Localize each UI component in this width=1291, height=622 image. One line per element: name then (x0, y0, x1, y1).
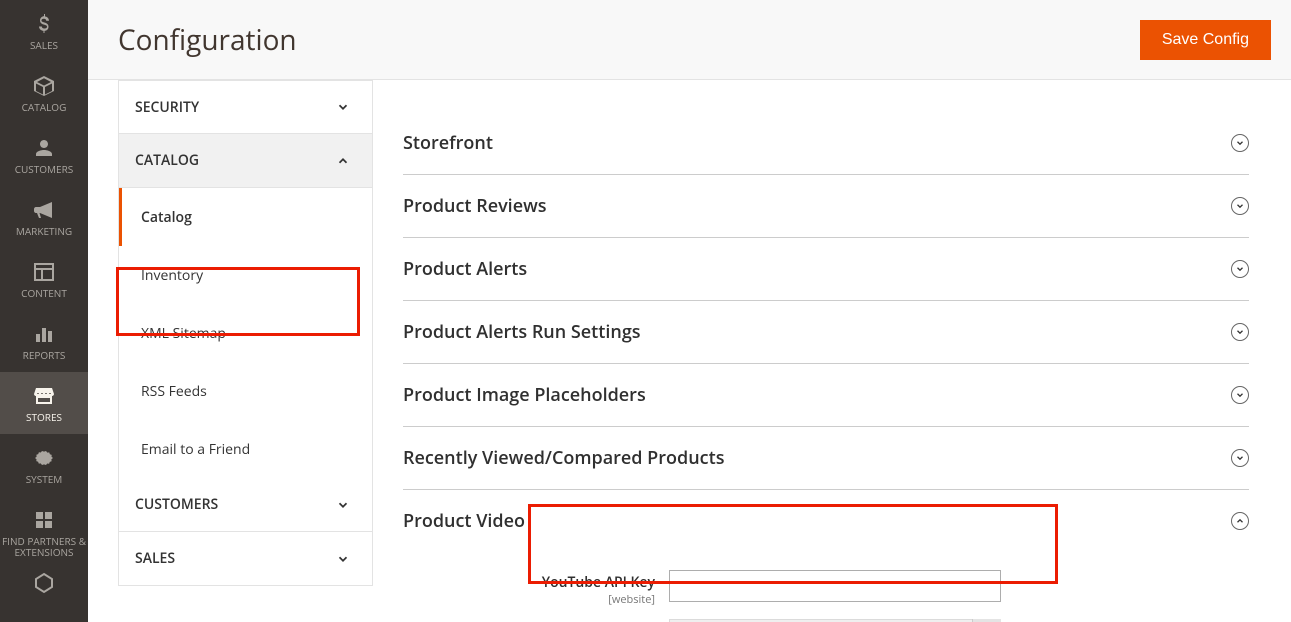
nav-catalog[interactable]: CATALOG (0, 62, 88, 124)
tab-label: SALES (135, 549, 175, 568)
youtube-key-input[interactable] (669, 570, 1001, 602)
person-icon (32, 136, 56, 160)
nav-stores[interactable]: STORES (0, 372, 88, 434)
product-video-body: YouTube API Key [website] Autostart base… (403, 552, 1249, 622)
acc-product-alerts-run[interactable]: Product Alerts Run Settings (403, 301, 1249, 363)
expand-icon (1231, 449, 1249, 467)
acc-title: Product Video (403, 509, 525, 533)
tab-label: CATALOG (135, 151, 199, 170)
acc-title: Recently Viewed/Compared Products (403, 446, 724, 470)
nav-extra[interactable] (0, 570, 88, 600)
tab-label: CUSTOMERS (135, 495, 218, 514)
acc-product-alerts[interactable]: Product Alerts (403, 238, 1249, 300)
tab-sales[interactable]: SALES (118, 532, 373, 586)
config-sidebar: SECURITY CATALOG Catalog Inventory XML S… (88, 80, 373, 622)
chevron-up-icon (336, 154, 350, 168)
chevron-down-icon (336, 552, 350, 566)
row-youtube-key: YouTube API Key [website] (403, 570, 1249, 607)
bars-icon (32, 322, 56, 346)
save-config-button[interactable]: Save Config (1140, 20, 1271, 60)
sub-label: RSS Feeds (141, 382, 207, 401)
chevron-down-icon (336, 100, 350, 114)
nav-system[interactable]: SYSTEM (0, 434, 88, 496)
nav-label: FIND PARTNERS & EXTENSIONS (0, 536, 88, 558)
config-main: Storefront Product Reviews Product Alert… (373, 80, 1291, 622)
sub-email-friend[interactable]: Email to a Friend (119, 420, 372, 478)
sub-xml-sitemap[interactable]: XML Sitemap (119, 304, 372, 362)
nav-content[interactable]: CONTENT (0, 248, 88, 310)
collapse-icon (1231, 512, 1249, 530)
megaphone-icon (32, 198, 56, 222)
acc-title: Product Image Placeholders (403, 383, 646, 407)
acc-title: Product Reviews (403, 194, 547, 218)
expand-icon (1231, 197, 1249, 215)
acc-product-video[interactable]: Product Video (403, 490, 1249, 552)
sub-label: Inventory (141, 266, 203, 285)
page-header: Configuration Save Config (88, 0, 1291, 80)
expand-icon (1231, 134, 1249, 152)
expand-icon (1231, 386, 1249, 404)
nav-label: CUSTOMERS (15, 164, 74, 175)
acc-product-image-ph[interactable]: Product Image Placeholders (403, 364, 1249, 426)
layout-icon (32, 260, 56, 284)
nav-reports[interactable]: REPORTS (0, 310, 88, 372)
hex-icon (32, 571, 56, 595)
nav-label: CATALOG (22, 102, 67, 113)
sub-rss-feeds[interactable]: RSS Feeds (119, 362, 372, 420)
chevron-down-icon (336, 498, 350, 512)
acc-product-reviews[interactable]: Product Reviews (403, 175, 1249, 237)
acc-title: Storefront (403, 131, 493, 155)
nav-label: CONTENT (21, 288, 67, 299)
sub-label: Email to a Friend (141, 440, 250, 459)
sub-label: XML Sitemap (141, 324, 226, 343)
acc-title: Product Alerts Run Settings (403, 320, 641, 344)
tab-label: SECURITY (135, 98, 199, 117)
acc-title: Product Alerts (403, 257, 527, 281)
tab-customers[interactable]: CUSTOMERS (118, 478, 373, 532)
page-title: Configuration (118, 21, 297, 59)
dollar-icon (32, 12, 56, 36)
nav-label: MARKETING (16, 226, 72, 237)
sub-inventory[interactable]: Inventory (119, 246, 372, 304)
acc-storefront[interactable]: Storefront (403, 112, 1249, 174)
nav-label: SYSTEM (26, 474, 63, 485)
sub-catalog[interactable]: Catalog (119, 188, 372, 246)
nav-sales[interactable]: SALES (0, 0, 88, 62)
nav-marketing[interactable]: MARKETING (0, 186, 88, 248)
admin-nav-rail: SALES CATALOG CUSTOMERS MARKETING CONTEN… (0, 0, 88, 622)
storefront-icon (32, 384, 56, 408)
nav-label: SALES (30, 40, 58, 51)
youtube-key-scope: [website] (403, 592, 655, 607)
sub-label: Catalog (141, 208, 192, 227)
youtube-key-label: YouTube API Key (542, 573, 655, 592)
nav-customers[interactable]: CUSTOMERS (0, 124, 88, 186)
gear-icon (32, 446, 56, 470)
acc-recently-viewed[interactable]: Recently Viewed/Compared Products (403, 427, 1249, 489)
expand-icon (1231, 260, 1249, 278)
nav-partners[interactable]: FIND PARTNERS & EXTENSIONS (0, 496, 88, 570)
blocks-icon (32, 508, 56, 532)
config-body: SECURITY CATALOG Catalog Inventory XML S… (88, 80, 1291, 622)
catalog-sub-list: Catalog Inventory XML Sitemap RSS Feeds … (118, 188, 373, 478)
expand-icon (1231, 323, 1249, 341)
tab-security[interactable]: SECURITY (118, 80, 373, 134)
nav-label: STORES (26, 412, 62, 423)
cube-icon (32, 74, 56, 98)
nav-label: REPORTS (23, 350, 66, 361)
tab-catalog[interactable]: CATALOG (118, 134, 373, 188)
